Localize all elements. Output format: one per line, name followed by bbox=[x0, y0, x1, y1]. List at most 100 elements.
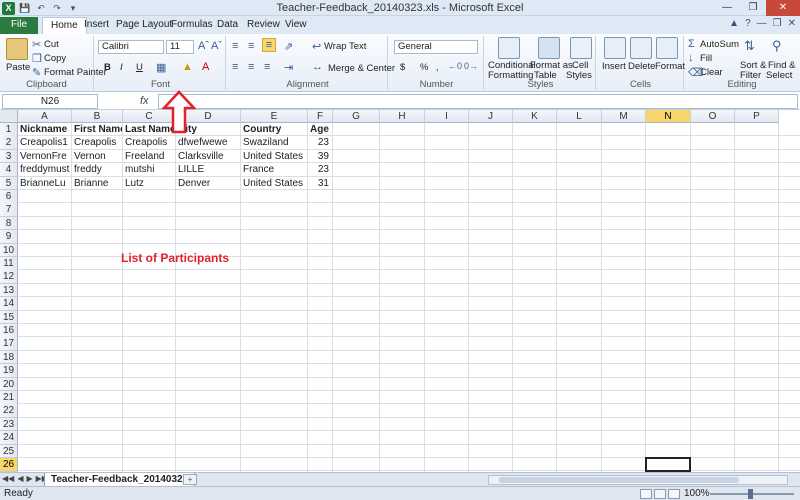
column-header-e[interactable]: E bbox=[241, 110, 308, 123]
insert-button[interactable]: Insert bbox=[602, 61, 626, 72]
sort-filter-icon[interactable]: ⇅ bbox=[744, 38, 755, 54]
row-header-5[interactable]: 5 bbox=[0, 176, 18, 191]
data-cell[interactable]: dfwefwewe bbox=[176, 136, 240, 149]
indent-icon[interactable]: ⇥ bbox=[284, 61, 293, 74]
column-header-n[interactable]: N bbox=[646, 110, 691, 123]
row-header-23[interactable]: 23 bbox=[0, 417, 18, 432]
cell-styles-icon[interactable] bbox=[570, 37, 592, 59]
column-header-p[interactable]: P bbox=[735, 110, 779, 123]
data-cell[interactable]: BrianneLu bbox=[18, 177, 71, 190]
format-as-table-icon[interactable] bbox=[538, 37, 560, 59]
column-header-k[interactable]: K bbox=[513, 110, 557, 123]
decrease-decimal-icon[interactable]: 0→ bbox=[464, 61, 478, 71]
column-header-b[interactable]: B bbox=[72, 110, 123, 123]
row-header-18[interactable]: 18 bbox=[0, 350, 18, 365]
data-cell[interactable]: 31 bbox=[308, 177, 332, 190]
name-box[interactable]: N26 bbox=[2, 94, 98, 109]
row-header-4[interactable]: 4 bbox=[0, 163, 18, 177]
column-header-h[interactable]: H bbox=[380, 110, 425, 123]
header-cell[interactable]: Age bbox=[308, 123, 332, 136]
column-header-m[interactable]: M bbox=[602, 110, 646, 123]
column-header-l[interactable]: L bbox=[557, 110, 602, 123]
row-header-8[interactable]: 8 bbox=[0, 216, 18, 231]
tab-file[interactable]: File bbox=[0, 17, 38, 34]
zoom-level[interactable]: 100% bbox=[684, 488, 710, 499]
column-header-o[interactable]: O bbox=[691, 110, 735, 123]
data-cell[interactable]: mutshi bbox=[123, 163, 175, 176]
font-name-select[interactable]: Calibri bbox=[98, 40, 164, 54]
header-cell[interactable]: Nickname bbox=[18, 123, 71, 136]
row-header-21[interactable]: 21 bbox=[0, 391, 18, 405]
select-all-corner[interactable] bbox=[0, 110, 18, 123]
clear-button[interactable]: Clear bbox=[700, 67, 723, 78]
format-cells-icon[interactable] bbox=[656, 37, 678, 59]
close-icon[interactable]: ✕ bbox=[766, 0, 800, 16]
help-icon[interactable]: ? bbox=[745, 18, 751, 29]
minimize-ribbon-icon[interactable]: ▲ bbox=[729, 18, 739, 29]
minimize-icon[interactable]: — bbox=[714, 0, 740, 16]
font-color-icon[interactable]: A bbox=[202, 61, 209, 73]
row-header-15[interactable]: 15 bbox=[0, 310, 18, 325]
data-cell[interactable]: Creapolis bbox=[123, 136, 175, 149]
page-layout-view-icon[interactable] bbox=[654, 489, 666, 499]
shrink-font-icon[interactable]: Aˇ bbox=[211, 40, 222, 52]
row-header-1[interactable]: 1 bbox=[0, 123, 18, 137]
page-break-view-icon[interactable] bbox=[668, 489, 680, 499]
currency-button[interactable]: $ bbox=[400, 62, 405, 73]
row-header-2[interactable]: 2 bbox=[0, 136, 18, 150]
row-header-16[interactable]: 16 bbox=[0, 324, 18, 338]
insert-cells-icon[interactable] bbox=[604, 37, 626, 59]
align-right-icon[interactable]: ≡ bbox=[264, 61, 270, 73]
data-cell[interactable]: Denver bbox=[176, 177, 240, 190]
row-header-24[interactable]: 24 bbox=[0, 431, 18, 445]
grow-font-icon[interactable]: Aˆ bbox=[198, 40, 209, 52]
header-cell[interactable]: First Name bbox=[72, 123, 122, 136]
data-cell[interactable]: LILLE bbox=[176, 163, 240, 176]
align-center-icon[interactable]: ≡ bbox=[248, 61, 254, 73]
fill-color-icon[interactable]: ▲ bbox=[182, 61, 193, 73]
data-cell[interactable]: 23 bbox=[308, 163, 332, 176]
data-cell[interactable]: France bbox=[241, 163, 307, 176]
paste-icon[interactable] bbox=[6, 38, 28, 60]
align-top-icon[interactable]: ≡ bbox=[232, 40, 238, 52]
column-header-f[interactable]: F bbox=[308, 110, 333, 123]
data-cell[interactable]: Creapolis1 bbox=[18, 136, 71, 149]
bold-button[interactable]: B bbox=[104, 62, 111, 73]
data-cell[interactable]: freddymust bbox=[18, 163, 71, 176]
number-format-select[interactable]: General bbox=[394, 40, 478, 54]
orientation-icon[interactable]: ⇗ bbox=[284, 40, 293, 53]
column-header-j[interactable]: J bbox=[469, 110, 513, 123]
row-header-6[interactable]: 6 bbox=[0, 190, 18, 204]
data-cell[interactable]: United States bbox=[241, 150, 307, 163]
zoom-slider-knob[interactable] bbox=[748, 489, 753, 499]
data-cell[interactable]: United States bbox=[241, 177, 307, 190]
next-sheet-icon[interactable]: ▶ bbox=[26, 474, 32, 483]
align-left-icon[interactable]: ≡ bbox=[232, 61, 238, 73]
data-cell[interactable]: VernonFre bbox=[18, 150, 71, 163]
autosum-button[interactable]: AutoSum bbox=[700, 39, 739, 50]
font-size-select[interactable]: 11 bbox=[166, 40, 194, 54]
column-header-g[interactable]: G bbox=[333, 110, 380, 123]
underline-button[interactable]: U bbox=[136, 62, 143, 73]
prev-sheet-icon[interactable]: ◀ bbox=[17, 474, 23, 483]
paste-button[interactable]: Paste bbox=[6, 62, 30, 73]
first-sheet-icon[interactable]: ◀◀ bbox=[2, 474, 14, 483]
data-cell[interactable]: Freeland bbox=[123, 150, 175, 163]
data-cell[interactable]: 39 bbox=[308, 150, 332, 163]
column-header-i[interactable]: I bbox=[425, 110, 469, 123]
fx-icon[interactable]: fx bbox=[140, 95, 149, 107]
find-select-icon[interactable]: ⚲ bbox=[772, 38, 782, 54]
tab-view[interactable]: View bbox=[277, 17, 315, 34]
merge-center-button[interactable]: Merge & Center bbox=[328, 63, 395, 74]
header-cell[interactable]: Country bbox=[241, 123, 307, 136]
fill-button[interactable]: Fill bbox=[700, 53, 712, 64]
data-cell[interactable]: Clarksville bbox=[176, 150, 240, 163]
row-header-11[interactable]: 11 bbox=[0, 257, 18, 271]
align-middle-icon[interactable]: ≡ bbox=[248, 40, 254, 52]
data-cell[interactable]: freddy bbox=[72, 163, 122, 176]
borders-icon[interactable]: ▦ bbox=[156, 61, 166, 74]
copy-button[interactable]: Copy bbox=[44, 53, 66, 64]
workbook-close-icon[interactable]: ✕ bbox=[788, 18, 796, 29]
data-cell[interactable]: Vernon bbox=[72, 150, 122, 163]
cut-button[interactable]: Cut bbox=[44, 39, 59, 50]
